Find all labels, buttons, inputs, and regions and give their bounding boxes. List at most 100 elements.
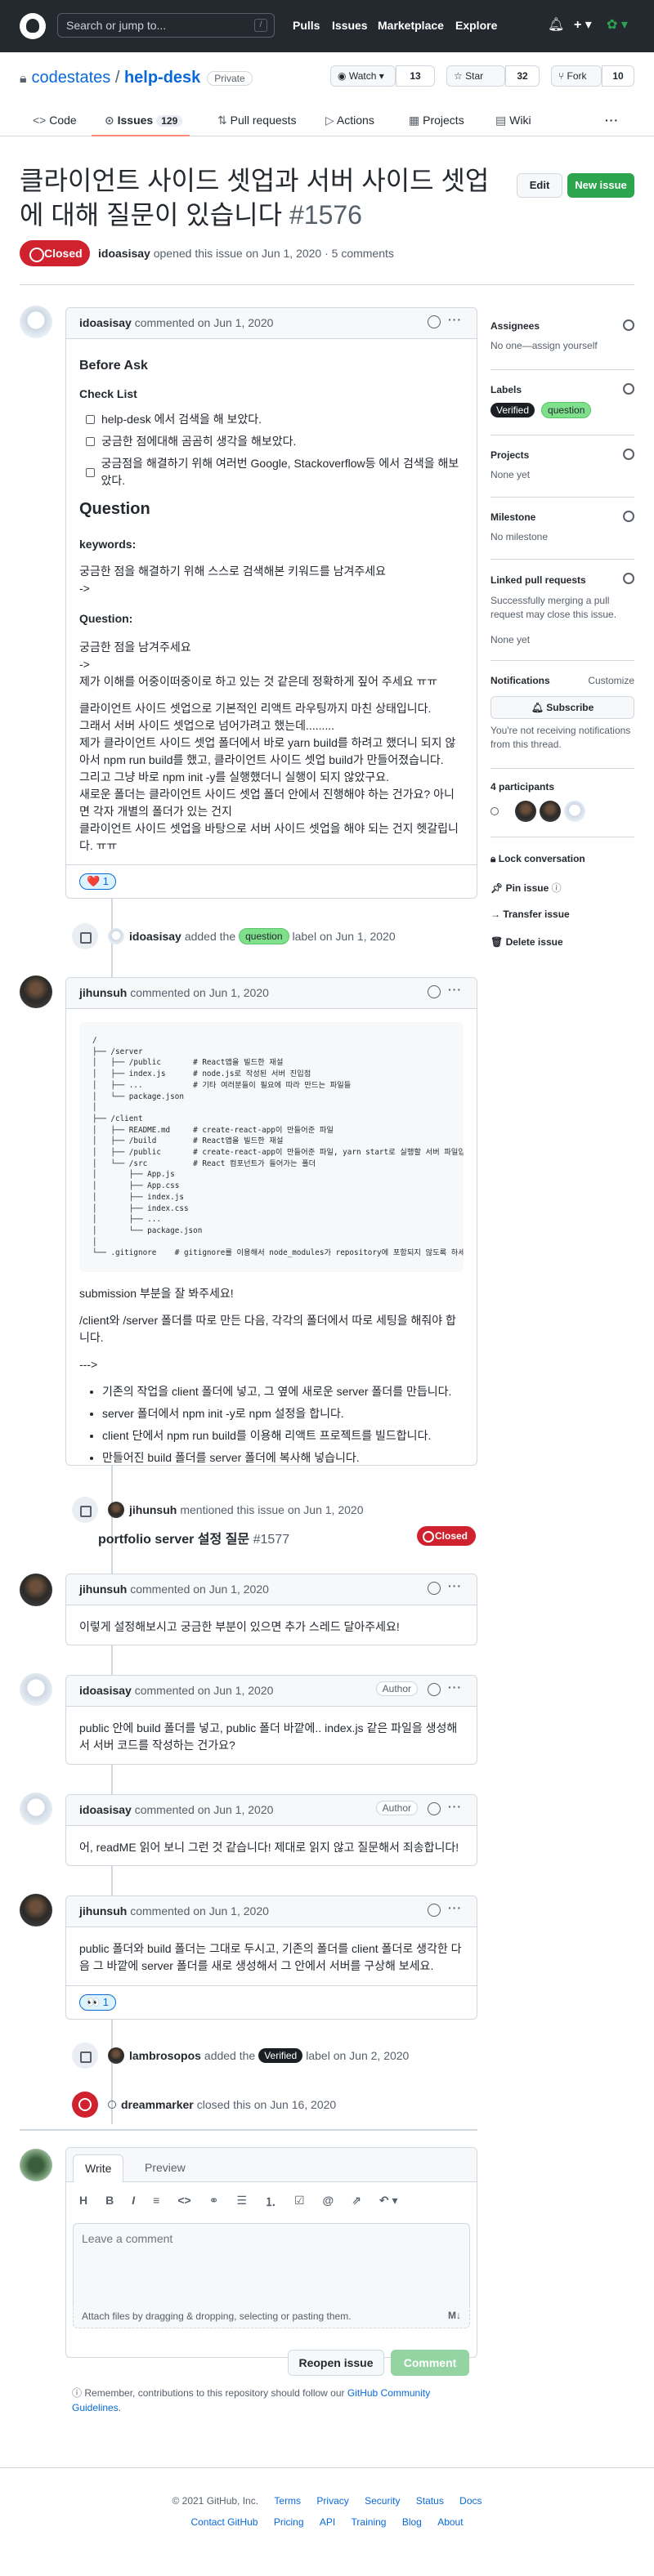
footer-link[interactable]: Status [416, 2495, 444, 2507]
bell-icon[interactable]: 🔔︎ [548, 16, 564, 33]
kebab-icon[interactable]: ··· [448, 1800, 462, 1813]
footer-link[interactable]: Docs [459, 2495, 482, 2507]
kebab-icon[interactable]: ··· [448, 1681, 462, 1694]
kebab-icon[interactable]: ··· [448, 1901, 462, 1914]
tab-projects[interactable]: ▦ Projects [409, 114, 464, 127]
label-verified[interactable]: Verified [490, 403, 535, 417]
event-actor[interactable]: jihunsuh [129, 1503, 177, 1516]
fork-count[interactable]: 10 [602, 65, 634, 87]
smiley-icon[interactable] [428, 315, 441, 328]
comment-date[interactable]: commented on Jun 1, 2020 [135, 1684, 274, 1697]
avatar[interactable] [20, 1673, 52, 1706]
issue-author[interactable]: idoasisay [98, 247, 150, 260]
avatar[interactable] [108, 2101, 116, 2109]
nav-pulls[interactable]: Pulls [293, 19, 320, 32]
assignees-value[interactable]: No one—assign yourself [490, 340, 634, 351]
nav-marketplace[interactable]: Marketplace [378, 19, 444, 32]
repo-owner[interactable]: codestates [32, 69, 111, 87]
avatar[interactable] [108, 1502, 124, 1518]
sidebar-heading[interactable]: Linked pull requests [490, 573, 634, 587]
numbered-list-icon[interactable]: ⒈ [265, 2194, 276, 2210]
footer-link[interactable]: About [437, 2516, 463, 2528]
label-question[interactable]: question [239, 928, 289, 944]
link-icon[interactable]: ⚭ [209, 2194, 219, 2210]
comment-author[interactable]: idoasisay [79, 1803, 132, 1816]
pin-issue[interactable]: 📌︎ Pin issue ⓘ [490, 881, 562, 895]
bold-icon[interactable]: B [105, 2194, 114, 2210]
attach-files-area[interactable]: Attach files by dragging & dropping, sel… [73, 2306, 470, 2328]
comment-date[interactable]: commented on Jun 1, 2020 [130, 986, 269, 999]
tab-wiki[interactable]: ▤ Wiki [495, 114, 531, 127]
subscribe-button[interactable]: 🔔︎ Subscribe [490, 696, 634, 719]
quote-icon[interactable]: ≡ [153, 2194, 159, 2210]
footer-link[interactable]: Training [352, 2516, 387, 2528]
tab-code[interactable]: <> Code [33, 114, 77, 127]
tab-issues[interactable]: ⊙ Issues 129 [105, 114, 183, 127]
comment-author[interactable]: idoasisay [79, 316, 132, 329]
event-actor[interactable]: dreammarker [121, 2098, 194, 2111]
sidebar-heading[interactable]: Labels [490, 383, 634, 395]
gear-icon[interactable] [623, 511, 634, 522]
transfer-issue[interactable]: → Transfer issue [490, 909, 570, 920]
comment-button[interactable]: Comment [391, 2350, 469, 2376]
footer-link[interactable]: Privacy [316, 2495, 348, 2507]
more-tabs-icon[interactable]: ··· [605, 114, 619, 127]
smiley-icon[interactable] [428, 1683, 441, 1696]
comment-author[interactable]: idoasisay [79, 1684, 132, 1697]
avatar[interactable] [20, 1792, 52, 1825]
referenced-issue-link[interactable]: portfolio server 설정 질문 #1577 [98, 1528, 289, 1547]
tab-preview[interactable]: Preview [133, 2154, 197, 2182]
kebab-icon[interactable]: ··· [448, 313, 462, 326]
heading-icon[interactable]: H [79, 2194, 87, 2210]
avatar[interactable] [20, 1894, 52, 1926]
gear-icon[interactable] [623, 573, 634, 584]
cross-reference-icon[interactable]: ⇗ [352, 2194, 361, 2210]
smiley-icon[interactable] [428, 1582, 441, 1595]
avatar[interactable] [108, 2047, 124, 2064]
tab-pull-requests[interactable]: ⇅ Pull requests [217, 114, 297, 127]
new-issue-button[interactable]: New issue [567, 173, 634, 198]
event-actor[interactable]: lambrosopos [129, 2049, 201, 2062]
bulleted-list-icon[interactable]: ☰ [236, 2194, 247, 2210]
reply-icon[interactable]: ↶ ▾ [379, 2194, 398, 2210]
participant-avatar[interactable] [540, 801, 561, 822]
sidebar-heading[interactable]: Projects [490, 449, 634, 461]
code-icon[interactable]: <> [177, 2194, 190, 2210]
footer-link[interactable]: Blog [402, 2516, 422, 2528]
github-logo-icon[interactable] [20, 13, 46, 39]
lock-conversation[interactable]: 🔒︎ Lock conversation [490, 853, 585, 865]
tab-write[interactable]: Write [73, 2154, 124, 2182]
nav-issues[interactable]: Issues [332, 19, 368, 32]
participant-avatar[interactable] [490, 807, 499, 815]
avatar[interactable] [108, 928, 124, 944]
smiley-icon[interactable] [428, 985, 441, 998]
participant-avatar[interactable] [564, 801, 585, 822]
participant-avatar[interactable] [515, 801, 536, 822]
comment-author[interactable]: jihunsuh [79, 986, 127, 999]
gear-icon[interactable] [623, 383, 634, 395]
italic-icon[interactable]: I [132, 2194, 135, 2210]
comment-author[interactable]: jihunsuh [79, 1904, 127, 1917]
smiley-icon[interactable] [428, 1904, 441, 1917]
smiley-icon[interactable] [428, 1802, 441, 1815]
nav-explore[interactable]: Explore [455, 19, 497, 32]
edit-button[interactable]: Edit [517, 173, 562, 198]
watch-button[interactable]: ◉ Watch ▾ [330, 65, 396, 87]
search-input[interactable]: Search or jump to... / [57, 13, 275, 38]
comment-date[interactable]: commented on Jun 1, 2020 [135, 316, 274, 329]
avatar[interactable] [20, 975, 52, 1008]
sidebar-heading[interactable]: Milestone [490, 511, 634, 523]
event-actor[interactable]: idoasisay [129, 930, 181, 943]
footer-link[interactable]: Pricing [274, 2516, 304, 2528]
footer-link[interactable]: Terms [274, 2495, 301, 2507]
gear-icon[interactable] [623, 449, 634, 460]
customize-link[interactable]: Customize [588, 675, 634, 686]
comment-textarea[interactable]: Leave a comment [73, 2223, 470, 2306]
heart-reaction[interactable]: ❤️ 1 [79, 873, 117, 890]
label-verified[interactable]: Verified [258, 2048, 303, 2063]
star-count[interactable]: 32 [505, 65, 540, 87]
task-list-icon[interactable]: ☑ [294, 2194, 305, 2210]
reopen-issue-button[interactable]: Reopen issue [288, 2350, 384, 2376]
label-question[interactable]: question [541, 402, 592, 418]
tab-actions[interactable]: ▷ Actions [325, 114, 374, 127]
